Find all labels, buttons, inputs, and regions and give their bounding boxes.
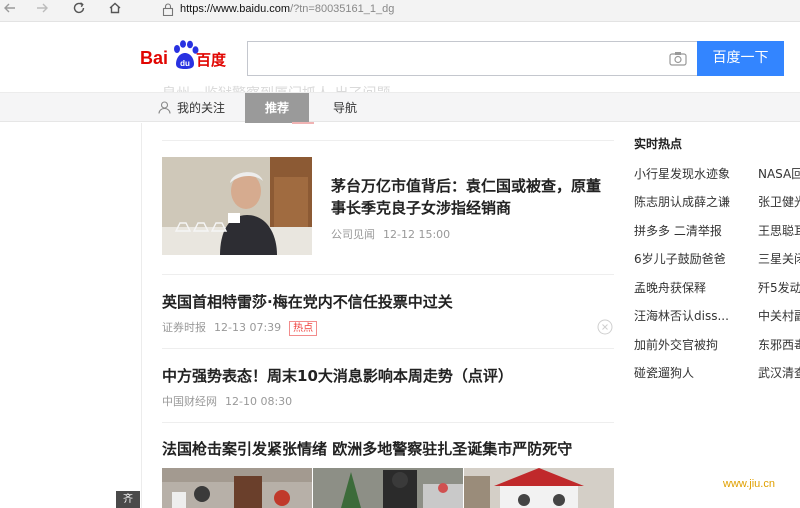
logo-text-bai: Bai (140, 48, 169, 68)
close-icon[interactable] (597, 319, 613, 335)
hot-item[interactable]: 碰瓷遛狗人 (634, 364, 746, 381)
news-title[interactable]: 英国首相特雷莎·梅在党内不信任投票中过关 (162, 291, 612, 313)
baidu-logo[interactable]: Bai du 百度 (140, 40, 230, 70)
news-meta: 中国财经网 12-10 08:30 (162, 393, 300, 409)
news-meta: 证券时报 12-13 07:39 热点 (162, 319, 325, 336)
user-icon (158, 101, 171, 114)
lock-icon (162, 3, 174, 16)
hot-item[interactable]: 拼多多 二清举报 (634, 222, 746, 239)
search-box (247, 41, 698, 76)
news-title[interactable]: 法国枪击案引发紧张情绪 欧洲多地警察驻扎圣诞集市严防死守 (162, 438, 612, 460)
logo-text-baidu-cn: 百度 (196, 51, 227, 69)
hot-item[interactable]: 6岁儿子鼓励爸爸 (634, 250, 746, 267)
news-title[interactable]: 中方强势表态！周末10大消息影响本周走势（点评） (162, 365, 612, 387)
home-icon[interactable] (105, 1, 125, 19)
news-thumbnail[interactable] (313, 468, 463, 508)
hot-item[interactable]: 汪海林否认diss... (634, 307, 746, 324)
hot-item[interactable]: 武汉清查 (758, 364, 800, 381)
side-float-tab[interactable]: 齐 (116, 491, 140, 508)
arrow-left-icon[interactable] (0, 1, 20, 19)
news-source[interactable]: 证券时报 (162, 321, 206, 334)
search-button[interactable]: 百度一下 (697, 41, 784, 76)
tab-navigation[interactable]: 导航 (333, 93, 373, 123)
url-text: https://www.baidu.com/?tn=80035161_1_dg (180, 3, 394, 15)
divider (162, 348, 614, 349)
news-title[interactable]: 茅台万亿市值背后：袁仁国或被查，原董 事长季克良子女涉指经销商 (331, 175, 611, 219)
tab-my-follow[interactable]: 我的关注 (158, 93, 238, 123)
news-time: 12-12 15:00 (383, 228, 451, 241)
divider (162, 274, 614, 275)
hot-list-title: 实时热点 (634, 137, 683, 151)
left-divider (141, 123, 142, 508)
hot-item[interactable]: 张卫健光 (758, 193, 800, 210)
reload-icon[interactable] (69, 1, 89, 19)
news-source[interactable]: 公司见闻 (331, 228, 375, 241)
hot-item[interactable]: 小行星发现水迹象 (634, 165, 746, 182)
hot-item[interactable]: 东邪西毒 (758, 336, 800, 353)
news-meta: 公司见闻 12-12 15:00 (331, 226, 458, 242)
news-thumbnail[interactable] (162, 157, 312, 255)
logo-text-du: du (180, 59, 190, 68)
tab-my-follow-label: 我的关注 (177, 101, 226, 115)
divider (162, 422, 614, 423)
hot-item[interactable]: 王思聪耳 (758, 222, 800, 239)
tab-recommend[interactable]: 推荐 (245, 93, 309, 123)
hot-item[interactable]: NASA回 (758, 165, 800, 182)
tab-strip: 我的关注 推荐 导航 (0, 92, 800, 123)
url-path: /?tn=80035161_1_dg (290, 3, 395, 15)
search-input[interactable] (248, 42, 658, 75)
hot-item[interactable]: 陈志朋认成薛之谦 (634, 193, 746, 210)
browser-toolbar: https://www.baidu.com/?tn=80035161_1_dg (0, 0, 800, 22)
news-source[interactable]: 中国财经网 (162, 395, 217, 408)
arrow-right-icon[interactable] (32, 1, 52, 19)
hot-item[interactable]: 三星关闭 (758, 250, 800, 267)
tab-accent-mark (292, 122, 314, 124)
news-title-line: 事长季克良子女涉指经销商 (331, 199, 512, 217)
hot-item[interactable]: 加前外交官被拘 (634, 336, 746, 353)
watermark: www.jiu.cn (723, 478, 775, 490)
divider (162, 140, 614, 141)
news-thumbnail[interactable] (162, 468, 312, 508)
url-host: https://www.baidu.com (180, 3, 291, 15)
hot-item[interactable]: 歼5发动 (758, 279, 800, 296)
address-bar[interactable]: https://www.baidu.com/?tn=80035161_1_dg (150, 0, 800, 20)
news-time: 12-10 08:30 (225, 395, 293, 408)
hot-badge: 热点 (289, 321, 318, 336)
news-title-line: 茅台万亿市值背后：袁仁国或被查，原董 (331, 177, 602, 195)
paw-icon: du (174, 40, 199, 69)
news-thumbnail[interactable] (464, 468, 614, 508)
hot-item[interactable]: 中关村副 (758, 307, 800, 324)
hot-item[interactable]: 孟晚舟获保释 (634, 279, 746, 296)
camera-icon[interactable] (669, 51, 687, 66)
news-time: 12-13 07:39 (214, 321, 282, 334)
